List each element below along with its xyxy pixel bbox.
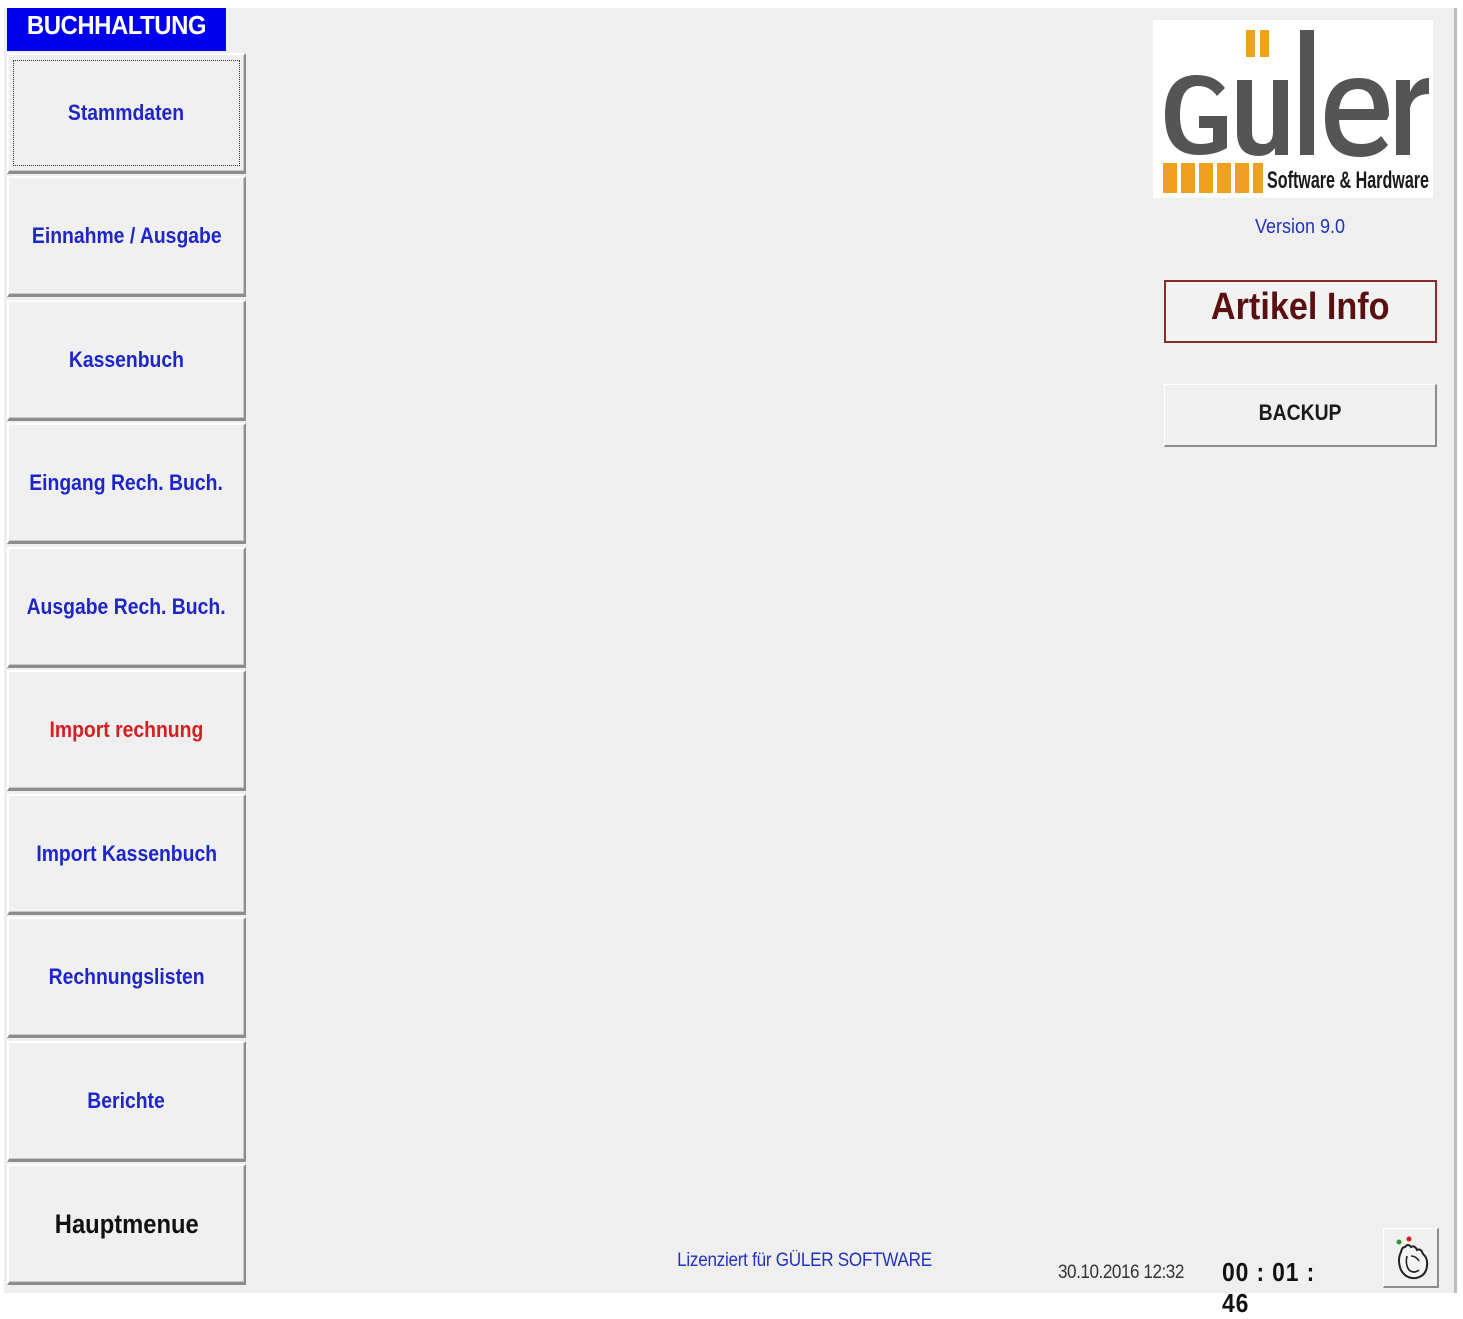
nav-button-eingang-rech-buch[interactable]: Eingang Rech. Buch. [7, 423, 246, 544]
section-header: BUCHHALTUNG [7, 8, 226, 51]
nav-button-einnahme-ausgabe[interactable]: Einnahme / Ausgabe [7, 176, 246, 297]
license-text: Lizenziert für GÜLER SOFTWARE [640, 1250, 970, 1272]
backup-label: BACKUP [1258, 400, 1342, 425]
nav-button-label: Eingang Rech. Buch. [29, 470, 224, 495]
section-header-label: BUCHHALTUNG [26, 10, 207, 40]
version-label: Version 9.0 [1165, 216, 1435, 239]
session-timer: 00 : 01 : 46 [1222, 1257, 1352, 1319]
nav-button-rechnungslisten[interactable]: Rechnungslisten [7, 917, 246, 1038]
nav-button-label: Ausgabe Rech. Buch. [26, 594, 227, 619]
nav-button-berichte[interactable]: Berichte [7, 1041, 246, 1162]
nav-button-label: Berichte [87, 1088, 166, 1113]
timer-label: 00 : 01 : 46 [1222, 1257, 1316, 1318]
nav-button-label: Import rechnung [49, 717, 204, 742]
nav-button-label: Kassenbuch [68, 347, 185, 372]
datetime-label: 30.10.2016 12:32 [1058, 1262, 1184, 1283]
nav-button-import-rechnung[interactable]: Import rechnung [7, 670, 246, 791]
artikel-info-label: Artikel Info [1211, 286, 1390, 328]
nav-button-label: Rechnungslisten [48, 964, 205, 989]
nav-button-ausgabe-rech-buch[interactable]: Ausgabe Rech. Buch. [7, 547, 246, 668]
artikel-info-button[interactable]: Artikel Info [1164, 280, 1437, 343]
datetime-display: 30.10.2016 12:32 [1058, 1262, 1208, 1284]
nav-button-label: Hauptmenue [54, 1208, 199, 1239]
hand-exit-icon [1396, 1236, 1428, 1279]
nav-button-hauptmenue[interactable]: Hauptmenue [7, 1164, 246, 1285]
logo-tagline: Software & Hardware [1267, 167, 1429, 194]
version-text: Version 9.0 [1254, 216, 1346, 238]
license-label: Lizenziert für GÜLER SOFTWARE [677, 1250, 933, 1271]
exit-button[interactable] [1383, 1228, 1439, 1288]
nav-button-label: Einnahme / Ausgabe [31, 223, 222, 248]
nav-button-label: Stammdaten [68, 100, 185, 125]
window-edge [1454, 8, 1457, 1293]
backup-button[interactable]: BACKUP [1164, 384, 1437, 447]
nav-button-label: Import Kassenbuch [36, 841, 217, 866]
guler-logo: Software & Hardware [1153, 20, 1433, 198]
nav-button-stammdaten[interactable]: Stammdaten [7, 53, 246, 174]
nav-button-kassenbuch[interactable]: Kassenbuch [7, 300, 246, 421]
nav-button-import-kassenbuch[interactable]: Import Kassenbuch [7, 794, 246, 915]
